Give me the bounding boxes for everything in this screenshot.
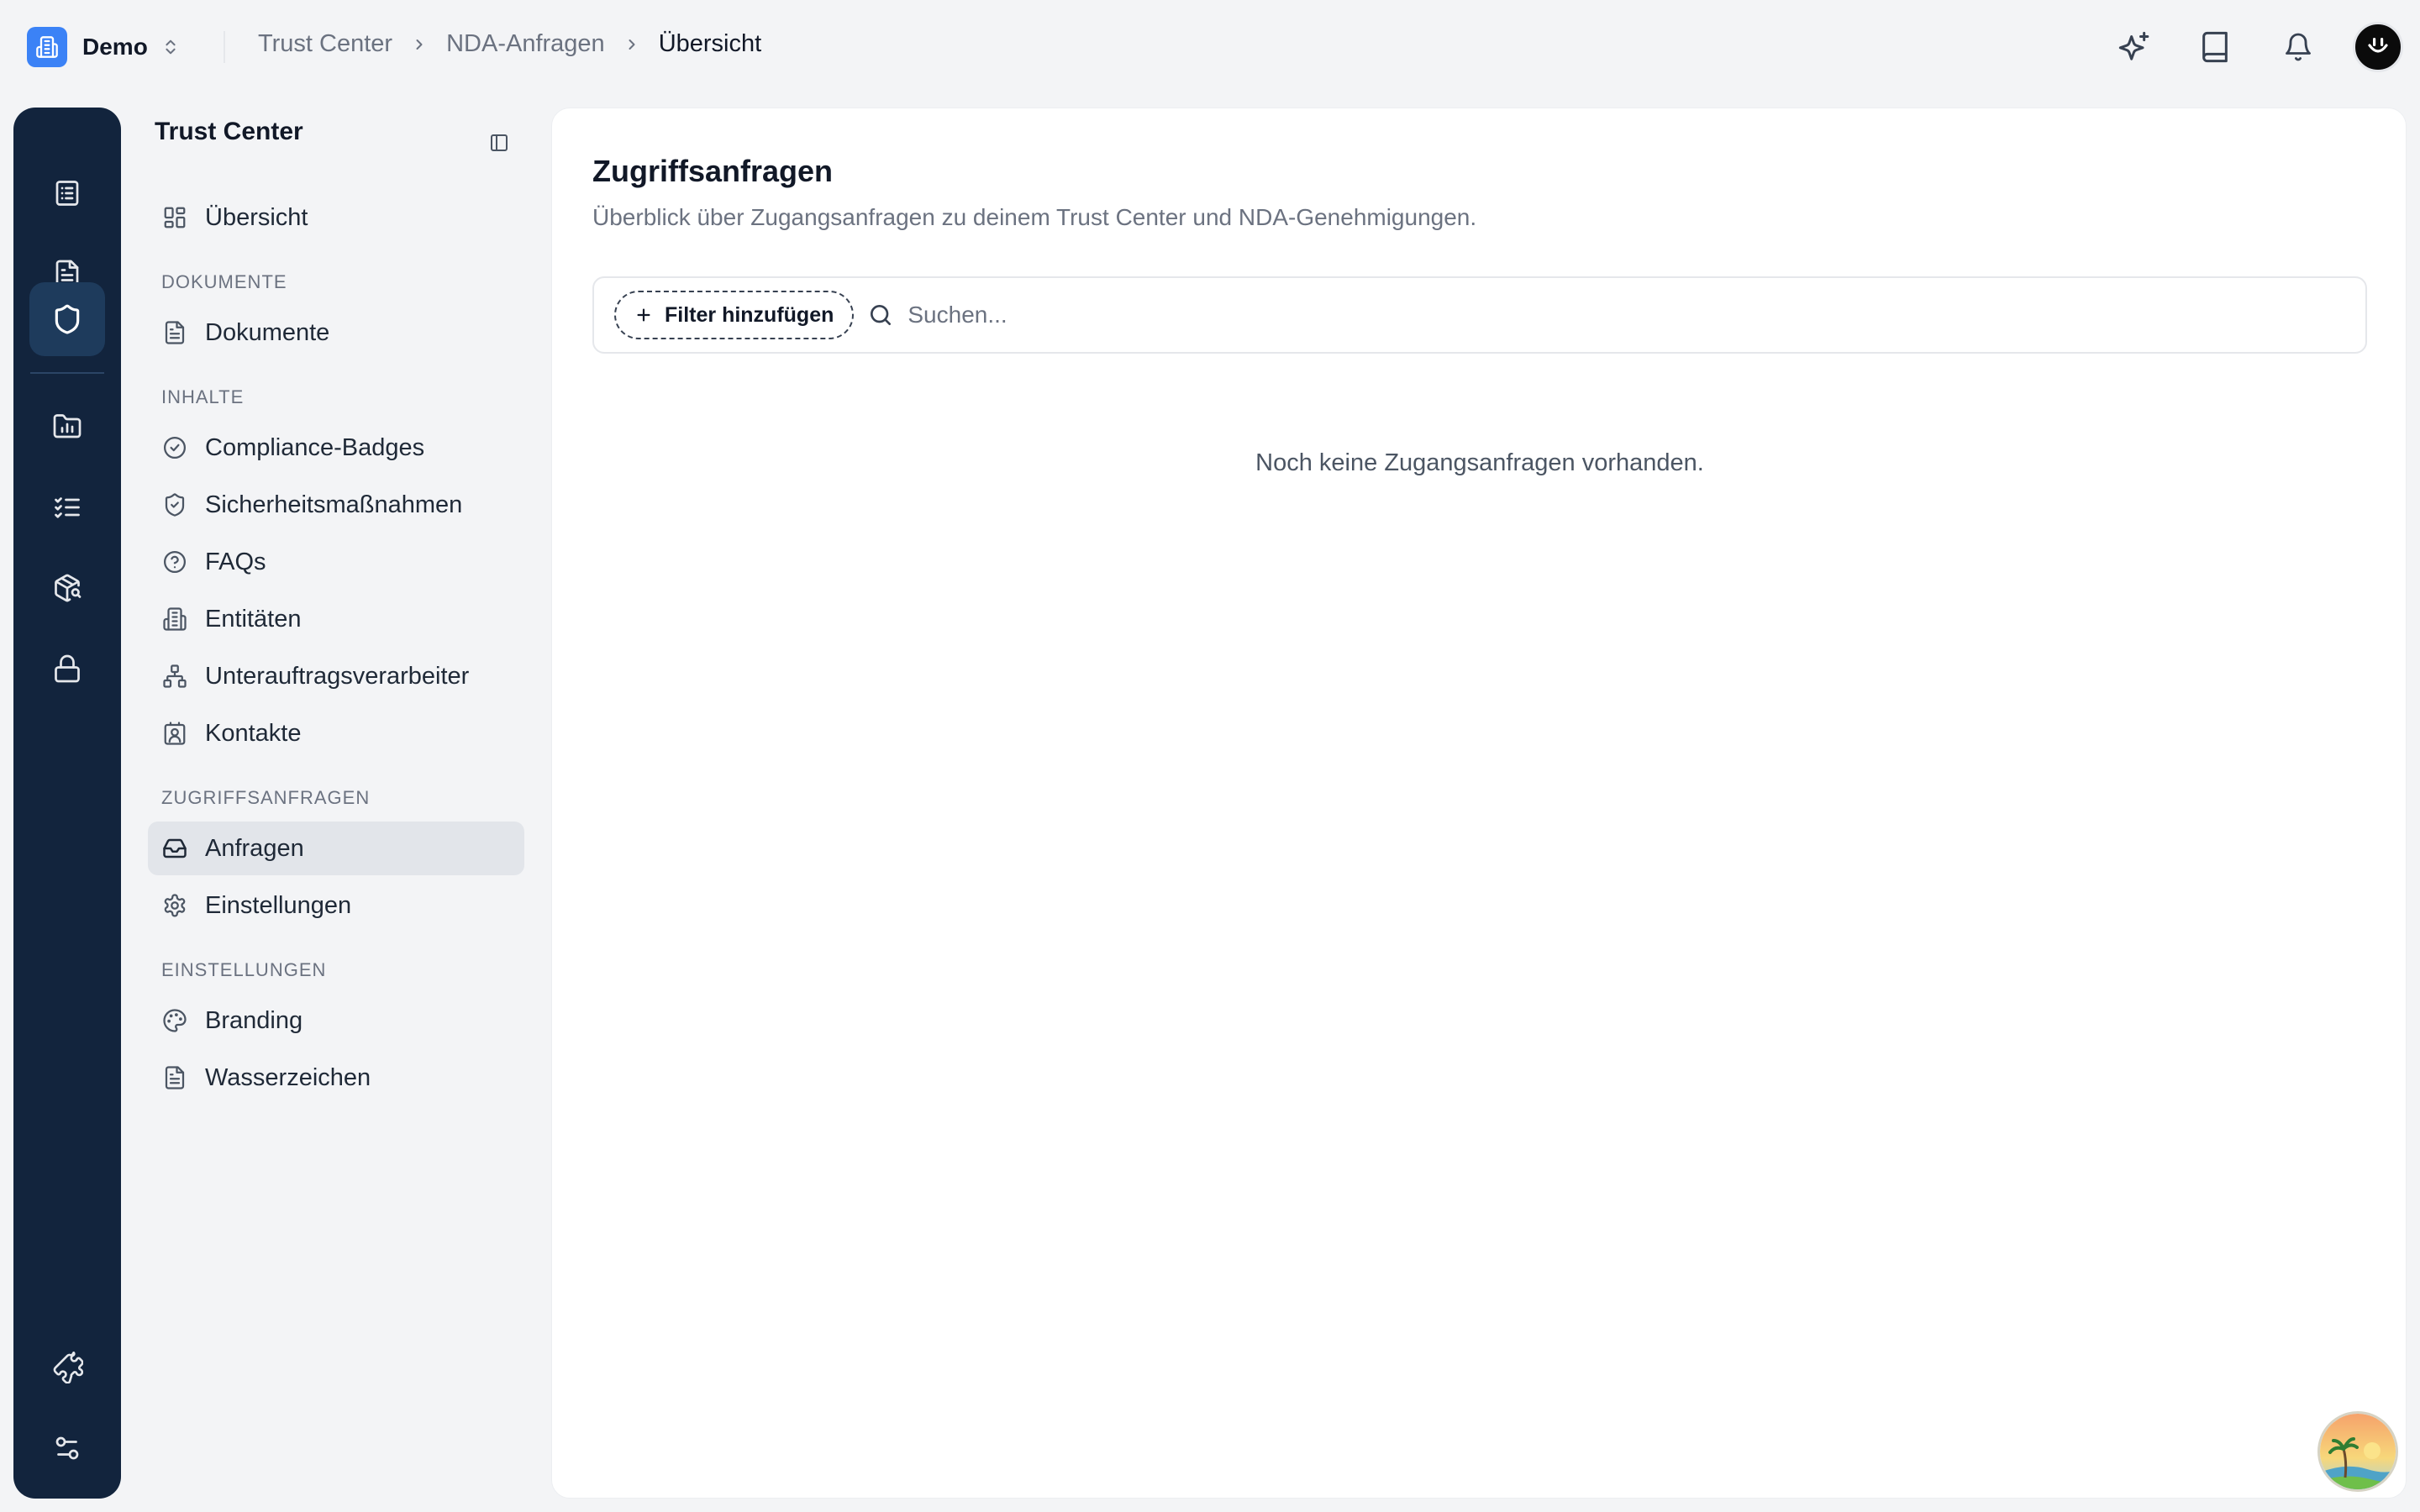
rail-trust-center[interactable] (29, 282, 105, 356)
checklist-icon (52, 178, 82, 208)
puzzle-icon (51, 1352, 83, 1383)
section-documents: DOKUMENTE (161, 271, 287, 292)
rail-tasks[interactable] (29, 470, 105, 544)
sidebar-item-documents[interactable]: Dokumente (148, 306, 524, 360)
sidebar-item-request-settings[interactable]: Einstellungen (148, 879, 524, 932)
document-icon (161, 319, 188, 346)
empty-state-message: Noch keine Zugangsanfragen vorhanden. (1255, 449, 1704, 476)
sidebar-item-label: Einstellungen (205, 891, 352, 919)
search-icon (867, 302, 894, 328)
document-icon (161, 1064, 188, 1091)
chart-folder-icon (52, 412, 82, 442)
lock-icon (52, 654, 82, 684)
avatar[interactable] (2353, 22, 2403, 72)
workspace-name: Demo (82, 34, 148, 60)
bell-icon[interactable] (2278, 27, 2318, 67)
sidebar-item-label: Anfragen (205, 834, 304, 862)
breadcrumb-nda-requests[interactable]: NDA-Anfragen (446, 30, 605, 58)
book-icon[interactable] (2195, 27, 2235, 67)
sidebar-item-compliance-badges[interactable]: Compliance-Badges (148, 421, 524, 475)
search-input[interactable] (908, 302, 2253, 328)
rail-settings[interactable] (29, 1411, 105, 1485)
filter-toolbar: Filter hinzufügen (592, 276, 2367, 354)
building-icon (27, 27, 67, 67)
sparkles-icon[interactable] (2114, 27, 2154, 67)
main-panel: Zugriffsanfragen Überblick über Zugangsa… (551, 108, 2407, 1499)
rail-access[interactable] (29, 632, 105, 706)
plus-icon (634, 306, 653, 324)
sidebar-item-contacts[interactable]: Kontakte (148, 706, 524, 760)
sidebar-item-watermark[interactable]: Wasserzeichen (148, 1051, 524, 1105)
rail-divider (30, 372, 104, 374)
rail-vendors[interactable] (29, 551, 105, 625)
chevron-up-down-icon (161, 38, 180, 56)
palette-icon (161, 1007, 188, 1034)
section-contents: INHALTE (161, 386, 245, 407)
shield-check-icon (161, 491, 188, 518)
sidebar-item-entities[interactable]: Entitäten (148, 592, 524, 646)
search-box (867, 302, 2365, 328)
sidebar-item-subprocessors[interactable]: Unterauftragsverarbeiter (148, 649, 524, 703)
sidebar-item-label: FAQs (205, 548, 266, 575)
shield-icon (51, 303, 83, 335)
chevron-right-icon (411, 36, 428, 53)
sidebar-title: Trust Center (155, 118, 303, 145)
inbox-icon (161, 835, 188, 862)
add-filter-label: Filter hinzufügen (665, 302, 834, 327)
sidebar-item-label: Compliance-Badges (205, 433, 425, 461)
section-settings: EINSTELLUNGEN (161, 959, 327, 980)
add-filter-button[interactable]: Filter hinzufügen (614, 291, 855, 339)
gear-icon (161, 892, 188, 919)
assistant-avatar[interactable] (2317, 1411, 2398, 1492)
sidebar-collapse-icon[interactable] (484, 128, 514, 158)
sidebar: Trust Center Übersicht DOKUMENTE Dokumen… (148, 108, 534, 1452)
sidebar-item-branding[interactable]: Branding (148, 994, 524, 1047)
rail-checklist[interactable] (29, 156, 105, 230)
section-access-requests: ZUGRIFFSANFRAGEN (161, 787, 371, 808)
circle-check-icon (161, 434, 188, 461)
layout-grid-icon (161, 204, 188, 231)
rail-integrations[interactable] (29, 1331, 105, 1404)
chevron-right-icon (623, 36, 640, 53)
contact-icon (161, 720, 188, 747)
top-bar: Demo Trust Center NDA-Anfragen Übersicht (0, 0, 2420, 94)
sliders-icon (52, 1433, 82, 1463)
network-icon (161, 663, 188, 690)
question-circle-icon (161, 549, 188, 575)
sidebar-item-overview[interactable]: Übersicht (148, 191, 524, 244)
package-search-icon (52, 573, 82, 603)
breadcrumb-current: Übersicht (658, 30, 762, 57)
sidebar-item-label: Unterauftragsverarbeiter (205, 662, 470, 690)
page-title: Zugriffsanfragen (592, 154, 834, 188)
sidebar-item-label: Kontakte (205, 719, 302, 747)
sidebar-item-security-measures[interactable]: Sicherheitsmaßnahmen (148, 478, 524, 532)
rail-reports[interactable] (29, 390, 105, 464)
sidebar-item-label: Entitäten (205, 605, 302, 633)
building-icon (161, 606, 188, 633)
sidebar-item-label: Branding (205, 1006, 303, 1034)
sidebar-item-label: Dokumente (205, 318, 330, 346)
sidebar-item-faqs[interactable]: FAQs (148, 535, 524, 589)
breadcrumb: Trust Center NDA-Anfragen Übersicht (258, 30, 761, 58)
tasks-icon (52, 492, 82, 522)
workspace-switcher[interactable]: Demo (27, 27, 180, 67)
sidebar-item-requests[interactable]: Anfragen (148, 822, 524, 875)
app-rail (13, 108, 121, 1499)
topbar-divider (224, 31, 225, 63)
page-subtitle: Überblick über Zugangsanfragen zu deinem… (592, 204, 1477, 230)
sidebar-item-label: Übersicht (205, 203, 308, 231)
sidebar-item-label: Sicherheitsmaßnahmen (205, 491, 463, 518)
sidebar-item-label: Wasserzeichen (205, 1063, 371, 1091)
breadcrumb-trust-center[interactable]: Trust Center (258, 30, 392, 58)
